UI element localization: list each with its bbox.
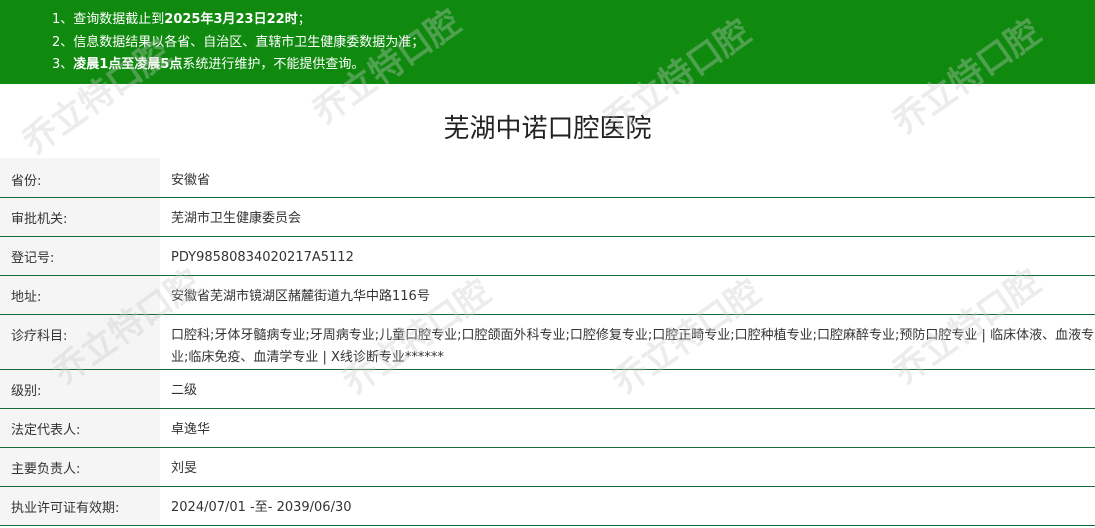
- row-value: PDY98580834020217A5112: [171, 249, 354, 265]
- row-value: 安徽省芜湖市镜湖区赭麓街道九华中路116号: [171, 288, 430, 304]
- table-row: 级别: 二级: [0, 369, 1095, 408]
- notice-line-1-suffix: ；: [297, 12, 311, 27]
- row-label: 登记号:: [0, 236, 160, 275]
- table-row: 执业许可证有效期: 2024/07/01 -至- 2039/06/30: [0, 486, 1095, 525]
- notice-banner: 1、查询数据截止到2025年3月23日22时； 2、信息数据结果以各省、自治区、…: [0, 0, 1095, 84]
- table-row: 地址: 安徽省芜湖市镜湖区赭麓街道九华中路116号: [0, 275, 1095, 314]
- row-label: 执业许可证有效期:: [0, 486, 160, 525]
- row-value: 卓逸华: [171, 421, 211, 437]
- row-label: 地址:: [0, 275, 160, 314]
- row-label: 级别:: [0, 369, 160, 408]
- notice-line-1-date: 2025年3月23日22时: [164, 12, 298, 27]
- notice-line-3-prefix: 3、: [52, 57, 74, 72]
- row-label: 主要负责人:: [0, 447, 160, 486]
- info-table: 省份: 安徽省 审批机关: 芜湖市卫生健康委员会 登记号: PDY9858083…: [0, 158, 1095, 526]
- row-value: 2024/07/01 -至- 2039/06/30: [171, 499, 352, 515]
- notice-line-3-suffix: 系统进行维护，不能提供查询。: [182, 57, 365, 72]
- row-label: 省份:: [0, 158, 160, 197]
- row-value: 二级: [171, 382, 198, 398]
- row-label: 法定代表人:: [0, 408, 160, 447]
- table-row: 诊疗科目: 口腔科;牙体牙髓病专业;牙周病专业;儿童口腔专业;口腔颌面外科专业;…: [0, 314, 1095, 369]
- table-row: 主要负责人: 刘旻: [0, 447, 1095, 486]
- page-title: 芜湖中诺口腔医院: [443, 114, 652, 144]
- notice-line-2: 2、信息数据结果以各省、自治区、直辖市卫生健康委数据为准；: [52, 34, 425, 50]
- row-label: 审批机关:: [0, 197, 160, 236]
- notice-line-1-prefix: 1、查询数据截止到: [52, 12, 165, 27]
- table-row: 登记号: PDY98580834020217A5112: [0, 236, 1095, 275]
- table-row: 省份: 安徽省: [0, 158, 1095, 197]
- table-row: 审批机关: 芜湖市卫生健康委员会: [0, 197, 1095, 236]
- notice-line-3-hours: 凌晨1点至凌晨5点: [73, 57, 183, 72]
- row-value: 口腔科;牙体牙髓病专业;牙周病专业;儿童口腔专业;口腔颌面外科专业;口腔修复专业…: [171, 327, 1095, 365]
- row-value: 安徽省: [171, 173, 211, 188]
- notice-line-3: 3、凌晨1点至凌晨5点系统进行维护，不能提供查询。: [52, 54, 1095, 77]
- table-row: 法定代表人: 卓逸华: [0, 408, 1095, 447]
- row-value: 芜湖市卫生健康委员会: [171, 210, 302, 226]
- notice-line-1: 1、查询数据截止到2025年3月23日22时；: [52, 9, 1095, 32]
- row-value: 刘旻: [171, 460, 198, 476]
- row-label: 诊疗科目:: [0, 314, 160, 369]
